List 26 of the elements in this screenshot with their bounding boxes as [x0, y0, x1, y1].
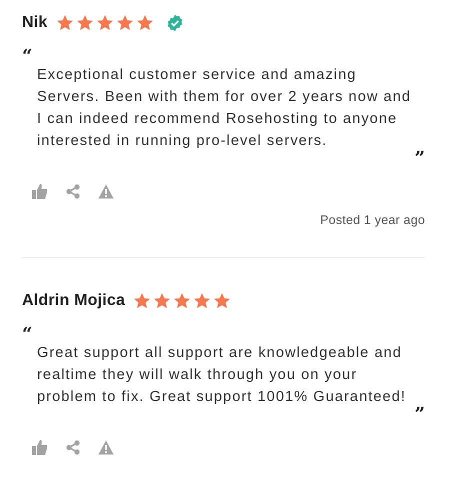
- share-icon[interactable]: [66, 440, 80, 455]
- warning-icon[interactable]: [98, 440, 114, 455]
- close-quote: ”: [414, 152, 425, 166]
- star-icon: [76, 14, 94, 32]
- star-icon: [213, 292, 232, 310]
- warning-icon[interactable]: [98, 184, 114, 199]
- star-icon: [56, 14, 74, 32]
- star-icon: [153, 292, 172, 310]
- verified-badge-icon: [166, 14, 184, 32]
- star-icon: [193, 292, 212, 310]
- close-quote: ”: [414, 408, 425, 422]
- star-icon: [133, 292, 152, 310]
- star-icon: [116, 14, 134, 32]
- star-icon: [136, 14, 154, 32]
- thumbs-up-icon[interactable]: [32, 440, 48, 455]
- star-icon: [96, 14, 114, 32]
- reviewer-name: Nik: [22, 14, 48, 32]
- thumbs-up-icon[interactable]: [32, 184, 48, 199]
- open-quote: “: [22, 50, 32, 64]
- open-quote: “: [22, 328, 32, 342]
- review-text: Exceptional customer service and amazing Servers. Been with them for over 2 years now and I can indeed recommend Rosehosting to anyone interested in running pro-level servers.: [37, 66, 412, 151]
- review-text: Great support all support are knowledgeable and realtime they will walk through you on your problem to fix. Great support 1001% Guaranteed!: [37, 344, 407, 407]
- posted-date: Posted 1 year ago: [320, 213, 425, 227]
- share-icon[interactable]: [66, 184, 80, 199]
- star-icon: [173, 292, 192, 310]
- reviewer-name: Aldrin Mojica: [22, 292, 126, 310]
